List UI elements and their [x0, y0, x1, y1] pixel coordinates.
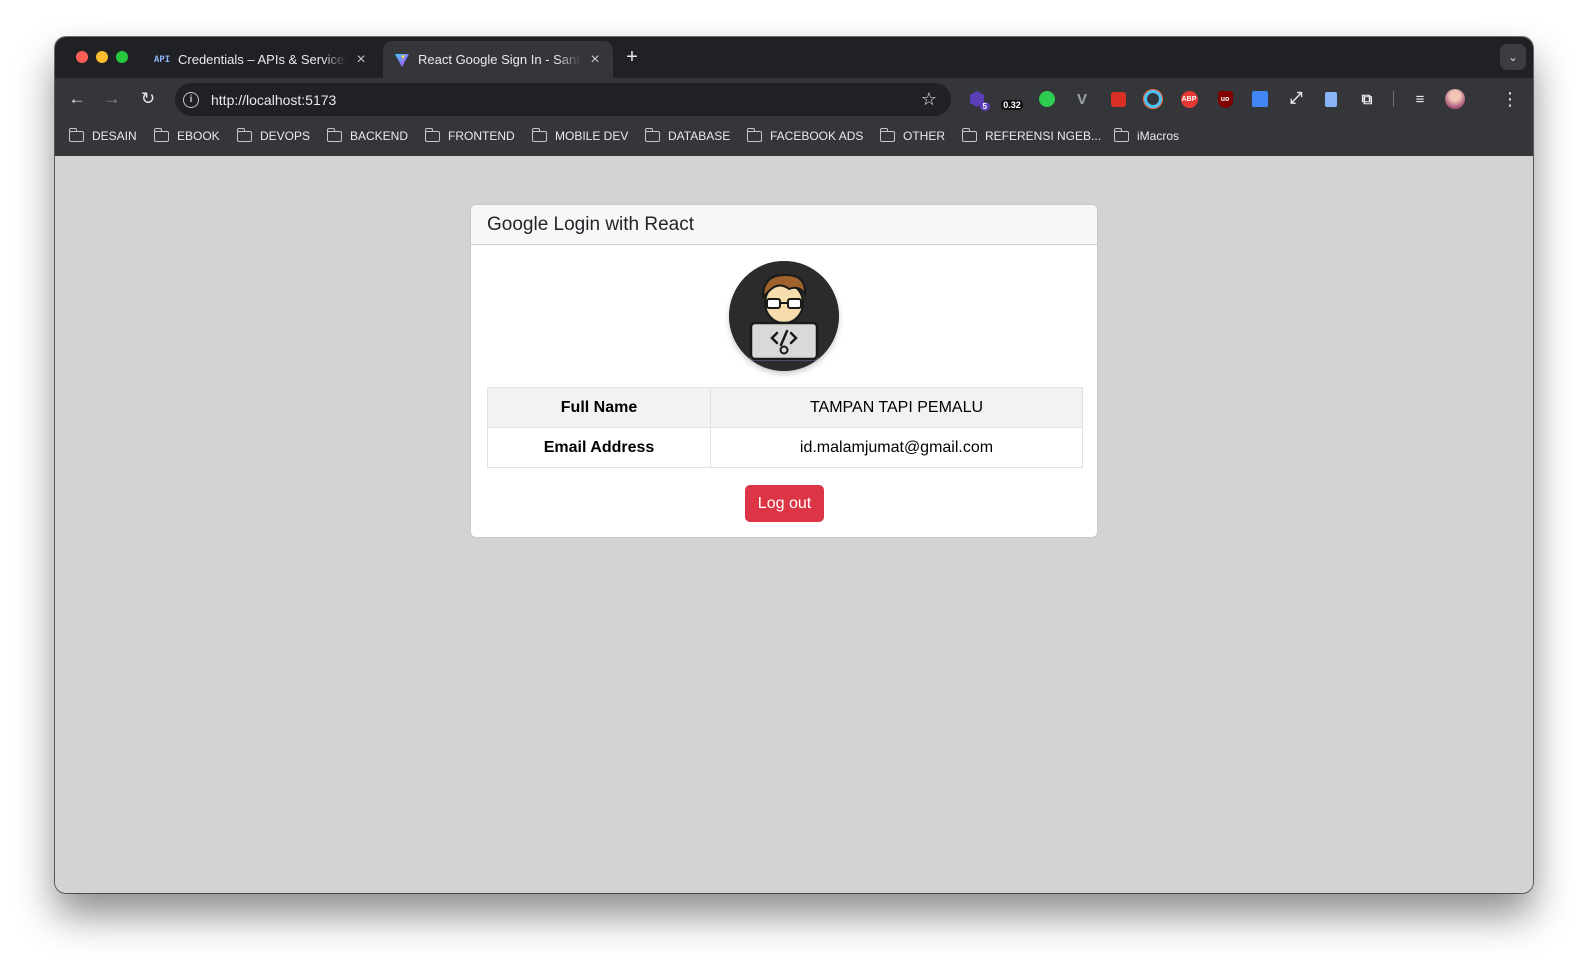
- bookmark-label: EBOOK: [177, 129, 220, 143]
- browser-window: API Credentials – APIs & Services × Reac…: [55, 37, 1533, 893]
- bookmark-folder[interactable]: DATABASE: [644, 127, 731, 143]
- bookmark-label: MOBILE DEV: [555, 129, 629, 143]
- bookmark-star-icon[interactable]: ☆: [921, 89, 937, 110]
- bookmark-folder[interactable]: EBOOK: [153, 127, 220, 143]
- full-name-value: TAMPAN TAPI PEMALU: [710, 387, 1083, 428]
- green-dot-extension-icon[interactable]: [1037, 89, 1057, 109]
- tab-search-button[interactable]: ⌄: [1500, 44, 1526, 70]
- extension-badge: 5: [979, 102, 990, 111]
- bookmark-folder[interactable]: FACEBOOK ADS: [746, 127, 864, 143]
- folder-icon: [326, 127, 342, 142]
- color-ring-extension-icon[interactable]: [1143, 89, 1163, 109]
- address-bar[interactable]: i http://localhost:5173 ☆: [175, 83, 951, 116]
- logout-button[interactable]: Log out: [745, 485, 824, 522]
- bookmark-folder[interactable]: MOBILE DEV: [531, 127, 629, 143]
- maximize-window-button[interactable]: [116, 51, 128, 63]
- table-row: Email Address id.malamjumat@gmail.com: [487, 427, 1083, 468]
- ublock-origin-extension-icon[interactable]: uo: [1215, 89, 1235, 109]
- bookmark-folder[interactable]: BACKEND: [326, 127, 409, 143]
- bookmark-label: DESAIN: [92, 129, 137, 143]
- profile-card: Google Login with React Full Name TAMPAN…: [470, 204, 1098, 538]
- api-favicon-icon: API: [153, 54, 171, 65]
- browser-toolbar: ← → ↻ i http://localhost:5173 ☆ 5 0.32 V…: [55, 78, 1533, 120]
- tab-title: React Google Sign In - Santri: [418, 52, 581, 67]
- vite-favicon-icon: [393, 52, 411, 68]
- browser-menu-icon[interactable]: ⋮: [1501, 89, 1519, 110]
- expand-arrows-extension-icon[interactable]: ⤢: [1286, 89, 1306, 109]
- speed-extension-icon[interactable]: 0.32: [999, 89, 1025, 110]
- profile-avatar[interactable]: [1445, 89, 1465, 109]
- bookmark-folder[interactable]: OTHER: [879, 127, 945, 143]
- folder-icon: [153, 127, 169, 142]
- tab-credentials[interactable]: API Credentials – APIs & Services ×: [143, 41, 379, 78]
- close-tab-icon[interactable]: ×: [353, 51, 369, 69]
- adblock-plus-extension-icon[interactable]: ABP: [1179, 89, 1199, 109]
- card-title: Google Login with React: [471, 205, 1097, 245]
- forward-arrow-icon[interactable]: →: [100, 87, 124, 111]
- tab-title: Credentials – APIs & Services: [178, 52, 347, 67]
- tab-strip: API Credentials – APIs & Services × Reac…: [55, 37, 1533, 78]
- bookmark-label: DEVOPS: [260, 129, 311, 143]
- user-info-table: Full Name TAMPAN TAPI PEMALU Email Addre…: [487, 387, 1083, 468]
- bookmark-label: FRONTEND: [448, 129, 515, 143]
- bookmark-label: DATABASE: [668, 129, 731, 143]
- table-row: Full Name TAMPAN TAPI PEMALU: [487, 387, 1083, 428]
- toolbar-divider: [1393, 91, 1394, 107]
- full-name-label: Full Name: [487, 387, 711, 428]
- abp-label: ABP: [1180, 90, 1198, 108]
- extension-badge: 0.32: [1001, 100, 1023, 110]
- bookmark-folder[interactable]: FRONTEND: [424, 127, 515, 143]
- bookmark-folder[interactable]: iMacros: [1113, 127, 1180, 143]
- purple-cube-extension-icon[interactable]: 5: [967, 89, 990, 111]
- site-info-icon[interactable]: i: [183, 91, 199, 108]
- bookmark-label: FACEBOOK ADS: [770, 129, 864, 143]
- reading-list-icon[interactable]: ≡: [1410, 89, 1430, 109]
- reload-icon[interactable]: ↻: [136, 87, 160, 111]
- new-tab-button[interactable]: +: [621, 46, 643, 69]
- document-extension-icon[interactable]: [1321, 89, 1341, 109]
- bookmark-label: REFERENSI NGEB...: [985, 129, 1102, 143]
- url-text[interactable]: http://localhost:5173: [211, 92, 921, 108]
- bookmark-label: OTHER: [903, 129, 945, 143]
- bookmark-label: BACKEND: [350, 129, 409, 143]
- folder-icon: [531, 127, 547, 142]
- tab-react-google-sign-in[interactable]: React Google Sign In - Santri ×: [383, 41, 613, 78]
- back-arrow-icon[interactable]: ←: [65, 87, 89, 111]
- extensions-puzzle-icon[interactable]: ⧉: [1357, 89, 1377, 109]
- email-label: Email Address: [487, 427, 711, 468]
- red-camera-extension-icon[interactable]: [1108, 89, 1128, 109]
- folder-icon: [879, 127, 895, 142]
- developer-avatar-icon: [729, 261, 839, 371]
- bookmarks-bar: DESAIN EBOOK DEVOPS BACKEND FRONTEND MOB…: [55, 120, 1533, 156]
- folder-icon: [644, 127, 660, 142]
- bookmark-folder[interactable]: DESAIN: [68, 127, 137, 143]
- close-window-button[interactable]: [76, 51, 88, 63]
- close-tab-icon[interactable]: ×: [587, 51, 603, 69]
- folder-icon: [236, 127, 252, 142]
- page-viewport: Google Login with React Full Name TAMPAN…: [55, 156, 1533, 893]
- google-translate-extension-icon[interactable]: [1250, 89, 1270, 109]
- vue-devtools-extension-icon[interactable]: V: [1072, 89, 1092, 109]
- folder-icon: [424, 127, 440, 142]
- bookmark-label: iMacros: [1137, 129, 1180, 143]
- folder-icon: [68, 127, 84, 142]
- folder-icon: [961, 127, 977, 142]
- ublock-label: uo: [1217, 90, 1233, 108]
- email-value: id.malamjumat@gmail.com: [710, 427, 1083, 468]
- folder-icon: [746, 127, 762, 142]
- folder-icon: [1113, 127, 1129, 142]
- bookmark-folder[interactable]: REFERENSI NGEB...: [961, 127, 1102, 143]
- bookmark-folder[interactable]: DEVOPS: [236, 127, 311, 143]
- minimize-window-button[interactable]: [96, 51, 108, 63]
